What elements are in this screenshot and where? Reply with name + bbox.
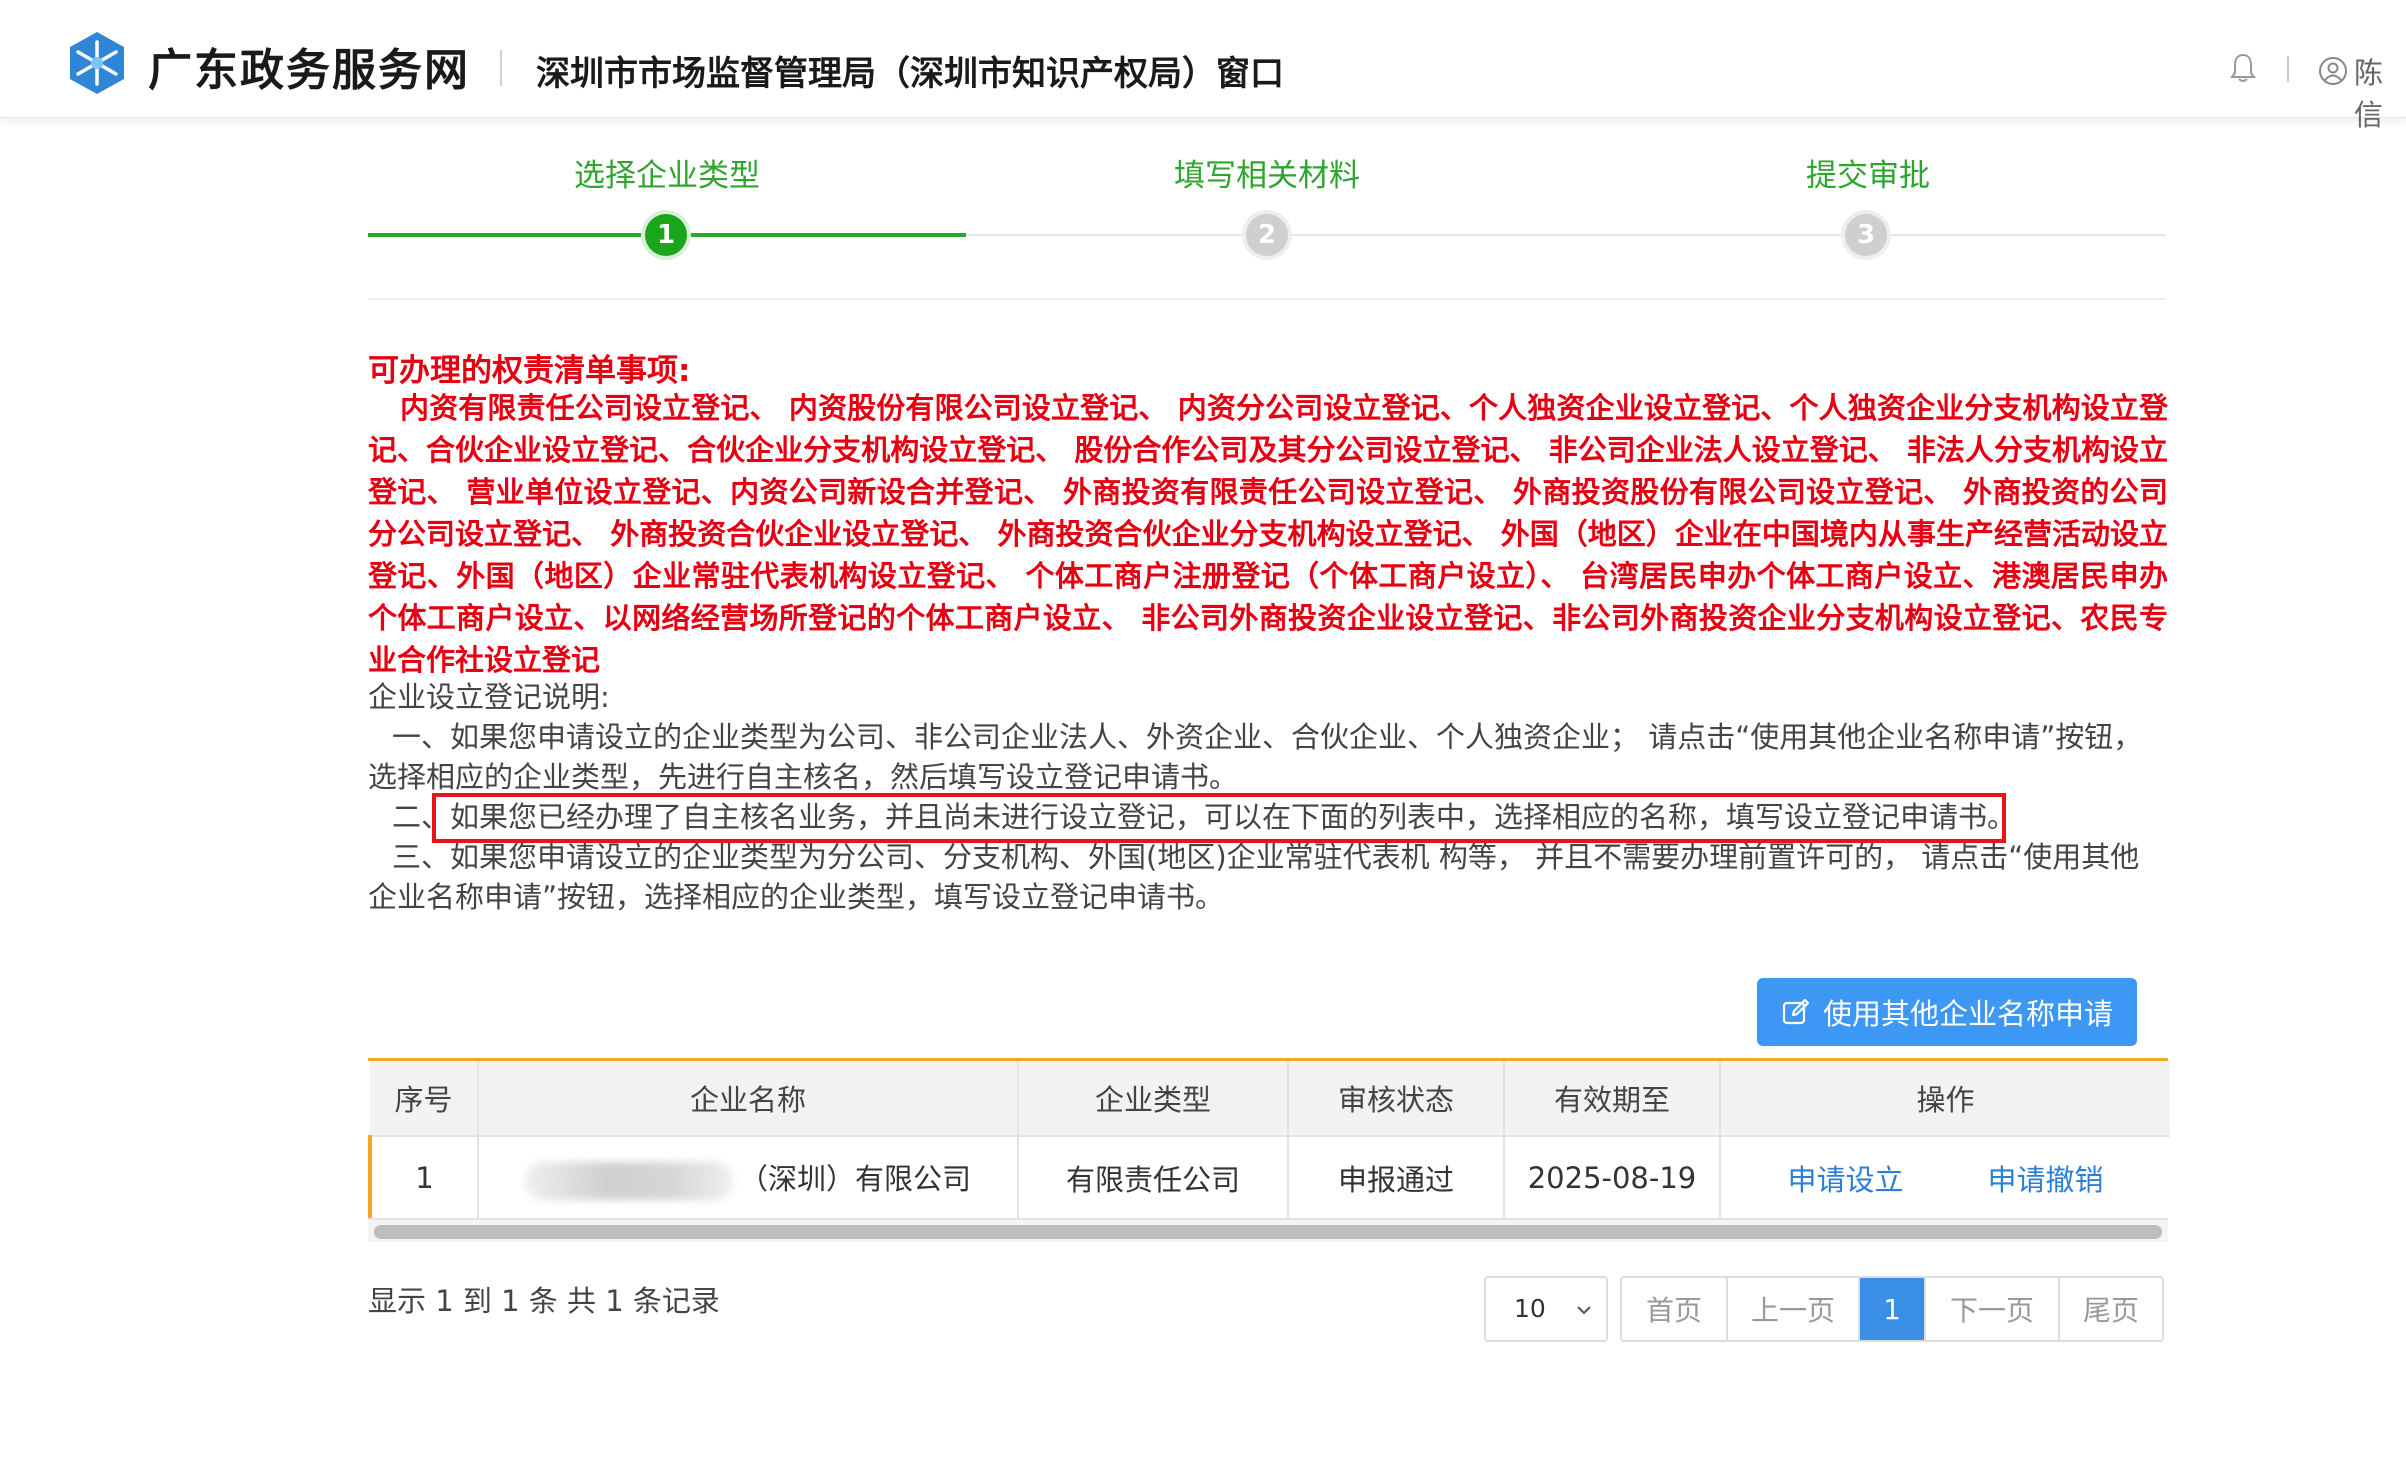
cell-index: 1	[368, 1135, 479, 1218]
user-icon[interactable]	[2318, 56, 2348, 86]
step-circle-2: 2	[1246, 214, 1288, 256]
cell-valid-until: 2025-08-19	[1504, 1135, 1721, 1218]
page-size-select[interactable]: 10	[1484, 1276, 1608, 1342]
col-header-valid-until: 有效期至	[1504, 1061, 1721, 1136]
table-row: 1 （深圳）有限公司 有限责任公司 申报通过 2025-08-19 申请设立 申请…	[368, 1135, 2170, 1218]
cell-status: 申报通过	[1288, 1135, 1505, 1218]
company-name-suffix: （深圳）有限公司	[738, 1161, 971, 1196]
notice-body: 内资有限责任公司设立登记、 内资股份有限公司设立登记、 内资分公司设立登记、个人…	[368, 391, 2168, 677]
step-label-3: 提交审批	[1806, 158, 1930, 194]
col-header-index: 序号	[370, 1061, 479, 1136]
current-page-button[interactable]: 1	[1860, 1278, 1926, 1340]
description-heading: 企业设立登记说明:	[368, 680, 610, 714]
pagination: 首页 上一页 1 下一页 尾页	[1620, 1276, 2164, 1342]
step-circle-3: 3	[1845, 214, 1887, 256]
use-other-name-button-label: 使用其他企业名称申请	[1822, 997, 2113, 1031]
notice-title: 可办理的权责清单事项:	[368, 353, 691, 389]
apply-revoke-link[interactable]: 申请撤销	[1988, 1163, 2104, 1197]
col-header-status: 审核状态	[1288, 1061, 1505, 1136]
prev-page-button[interactable]: 上一页	[1728, 1278, 1860, 1340]
last-page-button[interactable]: 尾页	[2060, 1278, 2162, 1340]
apply-setup-link[interactable]: 申请设立	[1787, 1163, 1903, 1197]
step-progress-remaining	[966, 234, 2166, 236]
next-page-button[interactable]: 下一页	[1926, 1278, 2060, 1340]
cell-company-name: （深圳）有限公司	[478, 1135, 1019, 1218]
description-item-3: 三、如果您申请设立的企业类型为分公司、分支机构、外国(地区)企业常驻代表机 构等…	[368, 840, 2140, 914]
bell-icon[interactable]	[2228, 52, 2258, 84]
logo-icon	[70, 32, 124, 94]
redacted-name	[524, 1161, 733, 1200]
step-label-1: 选择企业类型	[574, 158, 760, 194]
description-item-1: 一、如果您申请设立的企业类型为公司、非公司企业法人、外资企业、合伙企业、个人独资…	[368, 720, 2143, 794]
highlight-box	[432, 793, 2006, 843]
first-page-button[interactable]: 首页	[1622, 1278, 1728, 1340]
use-other-name-button[interactable]: 使用其他企业名称申请	[1757, 978, 2137, 1046]
col-header-name: 企业名称	[478, 1061, 1019, 1136]
section-divider	[368, 298, 2166, 300]
step-label-2: 填写相关材料	[1174, 158, 1360, 194]
scrollbar-thumb[interactable]	[374, 1225, 2162, 1239]
chevron-down-icon	[1577, 1306, 1591, 1315]
cell-actions: 申请设立 申请撤销	[1720, 1135, 2170, 1218]
user-name[interactable]: 陈信	[2354, 50, 2406, 134]
edit-icon	[1782, 998, 1810, 1025]
page-size-value: 10	[1514, 1294, 1546, 1323]
step-circle-1: 1	[645, 214, 687, 256]
top-header: 广东政务服务网 深圳市市场监督管理局（深圳市知识产权局）窗口 陈信	[0, 0, 2406, 132]
site-logo-text[interactable]: 广东政务服务网	[148, 34, 470, 98]
cell-company-type: 有限责任公司	[1018, 1135, 1289, 1218]
col-header-actions: 操作	[1720, 1061, 2170, 1136]
col-header-type: 企业类型	[1018, 1061, 1289, 1136]
horizontal-scrollbar[interactable]	[368, 1218, 2168, 1242]
page-title: 深圳市市场监督管理局（深圳市知识产权局）窗口	[536, 54, 1284, 94]
header-divider-2	[2287, 56, 2289, 82]
name-list-table: 序号 企业名称 企业类型 审核状态 有效期至 操作 1 （深圳）有限公司 有限责…	[368, 1058, 2170, 1242]
header-divider	[500, 50, 502, 86]
records-summary: 显示 1 到 1 条 共 1 条记录	[368, 1284, 720, 1318]
